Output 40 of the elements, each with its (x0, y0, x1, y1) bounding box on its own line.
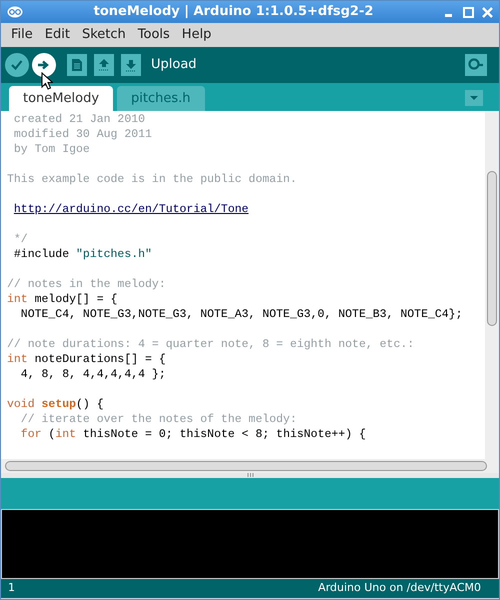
new-button[interactable] (67, 54, 87, 76)
code-line: NOTE_C4, NOTE_G3,NOTE_G3, NOTE_A3, NOTE_G3,0, NOTE_B3, NOTE_C4}; (20, 307, 464, 322)
splitter-grip-icon[interactable] (246, 473, 254, 477)
menu-item[interactable]: Help (176, 23, 218, 47)
code-line: #include "pitches.h" (12, 247, 153, 262)
menu-item[interactable]: Sketch (76, 23, 132, 47)
horizontal-scrollbar[interactable] (5, 461, 487, 471)
upload-button[interactable] (32, 53, 56, 77)
code-line: 4, 8, 8, 4,4,4,4,4 }; (20, 367, 167, 382)
code-line: by Tom Igoe (12, 142, 91, 157)
open-button[interactable] (94, 54, 114, 76)
app-logo-icon (7, 6, 23, 18)
code-line: created 21 Jan 2010 (12, 112, 146, 127)
close-icon[interactable] (482, 6, 493, 18)
board-status: Arduino Uno on /dev/ttyACM0 (318, 580, 481, 596)
save-button[interactable] (121, 54, 141, 76)
code-line: modified 30 Aug 2011 (12, 127, 153, 142)
code-line: for (int thisNote = 0; thisNote < 8; thisNote++) { (20, 427, 367, 442)
code-line: // notes in the melody: (7, 277, 167, 292)
code-link[interactable]: http://arduino.cc/en/Tutorial/Tone (14, 203, 249, 216)
code-line: This example code is in the public domain. (7, 172, 298, 187)
mouse-pointer-icon (41, 72, 53, 90)
verify-button[interactable] (5, 53, 29, 77)
line-number: 1 (8, 580, 15, 596)
toolbar-hint: Upload (151, 56, 197, 74)
code-line: int melody[] = { (7, 292, 118, 307)
serial-monitor-button[interactable] (465, 54, 487, 76)
code-line: // iterate over the notes of the melody: (20, 412, 298, 427)
vertical-scrollbar[interactable] (487, 171, 497, 326)
maximize-icon[interactable] (463, 6, 474, 18)
menu-item[interactable]: Tools (132, 23, 176, 47)
menu-item[interactable]: Edit (38, 23, 76, 47)
tab-menu-icon[interactable] (465, 90, 483, 106)
file-tab[interactable]: toneMelody (9, 86, 114, 111)
code-line: int noteDurations[] = { (7, 352, 167, 367)
code-line: */ (12, 232, 29, 247)
menu-item[interactable]: File (5, 23, 39, 47)
window-title: toneMelody | Arduino 1:1.0.5+dfsg2-2 (92, 3, 374, 22)
code-line: // note durations: 4 = quarter note, 8 = eighth note, etc.: (7, 337, 416, 352)
code-line: void setup() { (7, 397, 105, 412)
